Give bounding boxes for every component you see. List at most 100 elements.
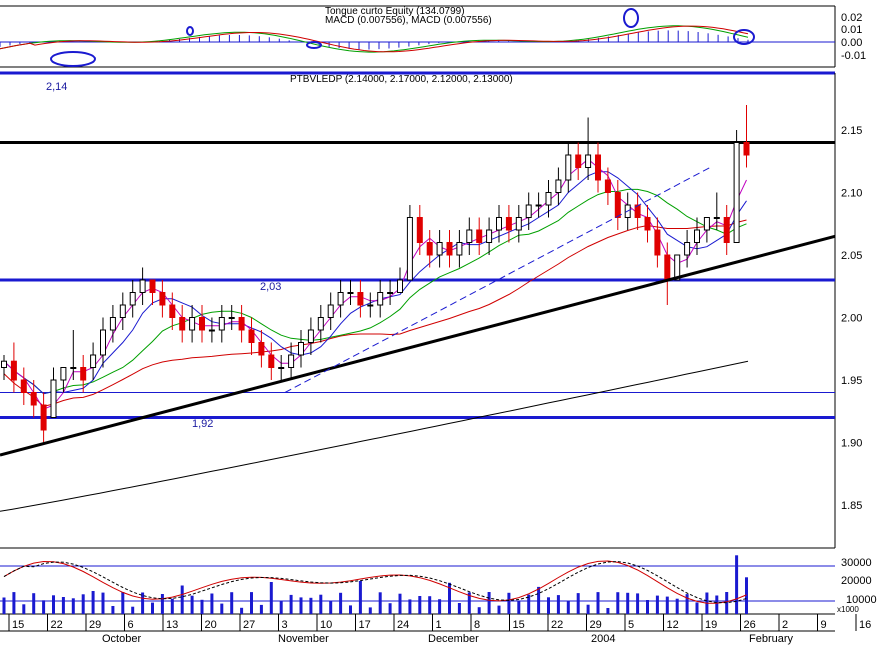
volume-bar xyxy=(378,592,382,614)
x-tick-label: 8 xyxy=(474,619,480,631)
volume-bar xyxy=(160,594,164,614)
volume-bar xyxy=(81,594,85,614)
price-title: PTBVLEDP (2.14000, 2.17000, 2.12000, 2.1… xyxy=(290,74,513,85)
volume-bar xyxy=(121,592,125,614)
month-label: 2004 xyxy=(591,633,615,645)
volume-bar xyxy=(141,592,145,614)
volume-bar xyxy=(170,598,174,614)
volume-bar xyxy=(487,592,491,614)
volume-bar xyxy=(131,606,135,614)
volume-bar xyxy=(349,605,352,614)
month-label: October xyxy=(102,633,141,645)
x-tick-label: 3 xyxy=(282,619,288,631)
volume-bar xyxy=(240,607,244,614)
month-label: November xyxy=(278,633,329,645)
level-label-2-14: 2,14 xyxy=(46,81,67,93)
volume-ytick-label: 30000 xyxy=(841,557,872,569)
x-tick-label: 29 xyxy=(89,619,101,631)
x-tick-label: 12 xyxy=(667,619,679,631)
volume-bar xyxy=(2,597,6,614)
x-tick-label: 2 xyxy=(782,619,788,631)
macd-ytick-label: 0.00 xyxy=(841,37,862,49)
x-tick-label: 6 xyxy=(128,619,134,631)
volume-bar xyxy=(289,594,293,614)
volume-bar xyxy=(418,596,422,614)
volume-bar xyxy=(279,600,283,614)
volume-bar xyxy=(61,597,65,614)
volume-bar xyxy=(230,592,234,614)
volume-bar xyxy=(606,608,610,614)
volume-bar xyxy=(497,605,501,614)
volume-bar xyxy=(576,593,580,614)
volume-bar xyxy=(111,606,115,614)
volume-bar xyxy=(200,599,204,614)
price-ytick-label: 2.15 xyxy=(841,125,862,137)
volume-bar xyxy=(556,595,560,614)
volume-bar xyxy=(428,596,432,614)
volume-bar xyxy=(408,599,412,614)
x-tick-label: 13 xyxy=(166,619,178,631)
volume-bar xyxy=(368,607,372,614)
price-ytick-label: 2.10 xyxy=(841,188,862,200)
volume-bar xyxy=(715,595,719,614)
x-tick-label: 22 xyxy=(51,619,63,631)
x-tick-label: 26 xyxy=(744,619,756,631)
volume-bar xyxy=(52,595,55,614)
volume-bar xyxy=(190,595,194,614)
x-tick-label: 17 xyxy=(359,619,371,631)
volume-multiplier-label: x1000 xyxy=(837,605,859,614)
x-tick-label: 22 xyxy=(551,619,563,631)
month-label: December xyxy=(428,633,479,645)
volume-bar xyxy=(626,592,630,614)
volume-bar xyxy=(32,593,36,614)
macd-y-axis: 0.02 0.01 0.00 -0.01 xyxy=(841,12,866,62)
volume-bar xyxy=(151,602,154,614)
x-tick-label: 24 xyxy=(397,619,409,631)
x-tick-label: 9 xyxy=(821,619,827,631)
volume-bar xyxy=(91,591,95,614)
volume-bar xyxy=(339,592,343,614)
volume-bar xyxy=(537,586,541,614)
volume-y-axis: 30000 20000 10000 x1000 xyxy=(837,557,877,614)
volume-bar xyxy=(695,602,699,614)
macd-ytick-label: 0.01 xyxy=(841,24,862,36)
volume-bar xyxy=(596,592,600,614)
macd-ytick-label: 0.02 xyxy=(841,12,862,24)
volume-bar xyxy=(457,603,461,614)
volume-bar xyxy=(22,604,26,614)
volume-bar xyxy=(12,592,16,614)
volume-bar xyxy=(220,603,224,614)
volume-bar xyxy=(309,597,313,614)
x-tick-label: 15 xyxy=(513,619,525,631)
volume-bar xyxy=(210,593,214,614)
volume-bar xyxy=(586,604,590,614)
volume-bar xyxy=(269,582,273,614)
x-tick-label: 16 xyxy=(859,619,871,631)
x-tick-label: 10 xyxy=(320,619,332,631)
macd-ytick-label: -0.01 xyxy=(841,50,866,62)
candlestick xyxy=(733,130,740,243)
price-ytick-label: 2.05 xyxy=(841,250,862,262)
level-label-2-03: 2,03 xyxy=(260,281,281,293)
volume-bar xyxy=(636,593,640,614)
x-tick-label: 15 xyxy=(12,619,24,631)
volume-bar xyxy=(566,600,570,614)
stock-chart: Tongue curto Equity (134.0799) MACD (0.0… xyxy=(0,0,881,645)
x-tick-label: 20 xyxy=(205,619,217,631)
volume-bar xyxy=(646,600,649,614)
price-ytick-label: 1.90 xyxy=(841,438,862,450)
volume-bar xyxy=(180,585,184,614)
level-label-1-92: 1,92 xyxy=(192,418,213,430)
volume-bar xyxy=(101,592,105,614)
volume-bar xyxy=(319,594,323,614)
volume-bar xyxy=(675,598,679,614)
volume-bar xyxy=(259,604,263,614)
volume-bar xyxy=(517,601,521,614)
price-ytick-label: 2.00 xyxy=(841,313,862,325)
x-tick-label: 19 xyxy=(705,619,717,631)
volume-bar xyxy=(42,600,46,614)
volume-bar xyxy=(71,598,75,614)
volume-bar xyxy=(299,597,303,614)
x-tick-label: 29 xyxy=(590,619,602,631)
volume-bar xyxy=(358,581,362,614)
